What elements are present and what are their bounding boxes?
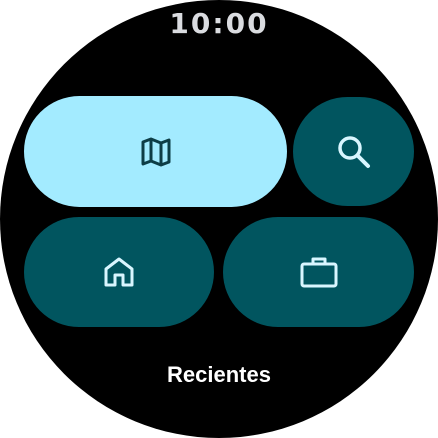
watch-screen: 10:00 Recientes xyxy=(0,0,438,438)
recents-link[interactable]: Recientes xyxy=(0,362,438,388)
home-icon xyxy=(104,257,134,287)
map-icon xyxy=(141,137,170,166)
home-button[interactable] xyxy=(24,217,214,327)
briefcase-icon xyxy=(300,257,337,288)
work-button[interactable] xyxy=(223,217,414,327)
search-icon xyxy=(337,135,370,168)
search-button[interactable] xyxy=(293,97,414,206)
maps-button[interactable] xyxy=(24,96,287,207)
status-time: 10:00 xyxy=(169,7,269,40)
